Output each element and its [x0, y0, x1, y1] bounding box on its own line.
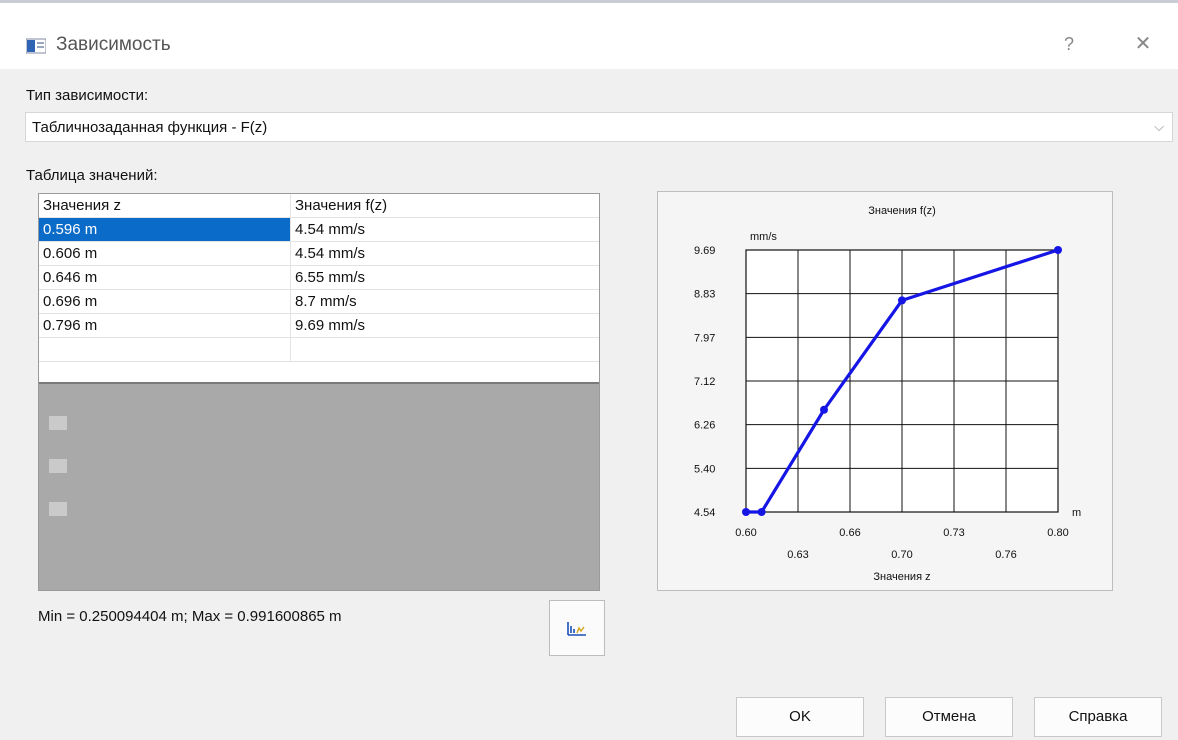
x-tick-label: 0.66	[839, 527, 860, 539]
x-tick-label: 0.60	[735, 527, 756, 539]
y-tick-label: 6.26	[694, 420, 715, 432]
x-tick-label: 0.70	[891, 549, 912, 561]
table-cell-fz[interactable]: 4.54 mm/s	[291, 218, 599, 242]
x-tick-label: 0.63	[787, 549, 808, 561]
y-tick-label: 4.54	[694, 507, 715, 519]
values-table-label: Таблица значений:	[26, 167, 158, 184]
x-tick-label: 0.73	[943, 527, 964, 539]
dependency-type-select[interactable]: Табличнозаданная функция - F(z) ⌵	[25, 112, 1173, 142]
title-bar: Зависимость ? ✕	[0, 3, 1178, 69]
data-point	[898, 296, 906, 305]
y-tick-label: 7.12	[694, 376, 715, 388]
table-cell-fz[interactable]: 9.69 mm/s	[291, 314, 599, 338]
table-cell-empty[interactable]	[291, 338, 599, 362]
blurred-row-marker	[49, 416, 67, 430]
table-cell-empty[interactable]	[39, 338, 291, 362]
blurred-row-marker	[49, 459, 67, 473]
help-title-button[interactable]: ?	[1054, 29, 1084, 59]
ok-button[interactable]: OK	[736, 697, 864, 737]
blurred-row-marker	[49, 502, 67, 516]
header-z[interactable]: Значения z	[39, 194, 291, 218]
chevron-down-icon[interactable]: ⌵	[1154, 119, 1164, 135]
data-point	[820, 405, 828, 414]
table-cell-z[interactable]: 0.596 m	[39, 218, 291, 242]
table-cell-z[interactable]: 0.796 m	[39, 314, 291, 338]
y-tick-label: 9.69	[694, 245, 715, 257]
dependency-chart: Значения f(z) 9.69 8.83 7.97 7.12 6.26 5.40 4.5…	[694, 205, 1081, 583]
y-tick-label: 8.83	[694, 289, 715, 301]
range-text: Min = 0.250094404 m; Max = 0.991600865 m	[38, 608, 342, 625]
chart-title: Значения f(z)	[868, 205, 936, 217]
show-chart-button[interactable]	[549, 600, 605, 656]
y-tick-label: 5.40	[694, 463, 715, 475]
data-point	[1054, 246, 1062, 254]
header-fz[interactable]: Значения f(z)	[291, 194, 599, 218]
table-cell-z[interactable]: 0.646 m	[39, 266, 291, 290]
x-unit-label: m	[1072, 507, 1081, 519]
data-point	[757, 508, 766, 516]
values-table[interactable]: Значения z Значения f(z) 0.596 m 4.54 mm…	[38, 193, 600, 591]
window-title: Зависимость	[56, 34, 171, 55]
table-cell-fz[interactable]: 4.54 mm/s	[291, 242, 599, 266]
dependency-type-value: Табличнозаданная функция - F(z)	[32, 119, 268, 136]
chart-icon	[567, 622, 586, 636]
app-window-icon	[26, 38, 46, 54]
values-table-body: Значения z Значения f(z) 0.596 m 4.54 mm…	[39, 194, 599, 384]
cancel-button[interactable]: Отмена	[885, 697, 1013, 737]
table-cell-fz[interactable]: 8.7 mm/s	[291, 290, 599, 314]
data-point	[742, 508, 750, 516]
table-cell-z[interactable]: 0.606 m	[39, 242, 291, 266]
x-axis-label: Значения z	[873, 571, 930, 583]
help-button[interactable]: Справка	[1034, 697, 1162, 737]
dependency-type-label: Тип зависимости:	[26, 87, 149, 104]
table-cell-z[interactable]: 0.696 m	[39, 290, 291, 314]
y-tick-label: 7.97	[694, 332, 715, 344]
table-cell-fz[interactable]: 6.55 mm/s	[291, 266, 599, 290]
y-unit-label: mm/s	[750, 231, 777, 243]
chart-panel: Значения f(z) 9.69 8.83 7.97 7.12 6.26 5.40 4.5…	[657, 191, 1113, 591]
x-tick-label: 0.80	[1047, 527, 1068, 539]
dependency-dialog: Зависимость ? ✕ Тип зависимости: Табличн…	[0, 0, 1178, 740]
x-tick-label: 0.76	[995, 549, 1016, 561]
close-button[interactable]: ✕	[1128, 29, 1158, 59]
